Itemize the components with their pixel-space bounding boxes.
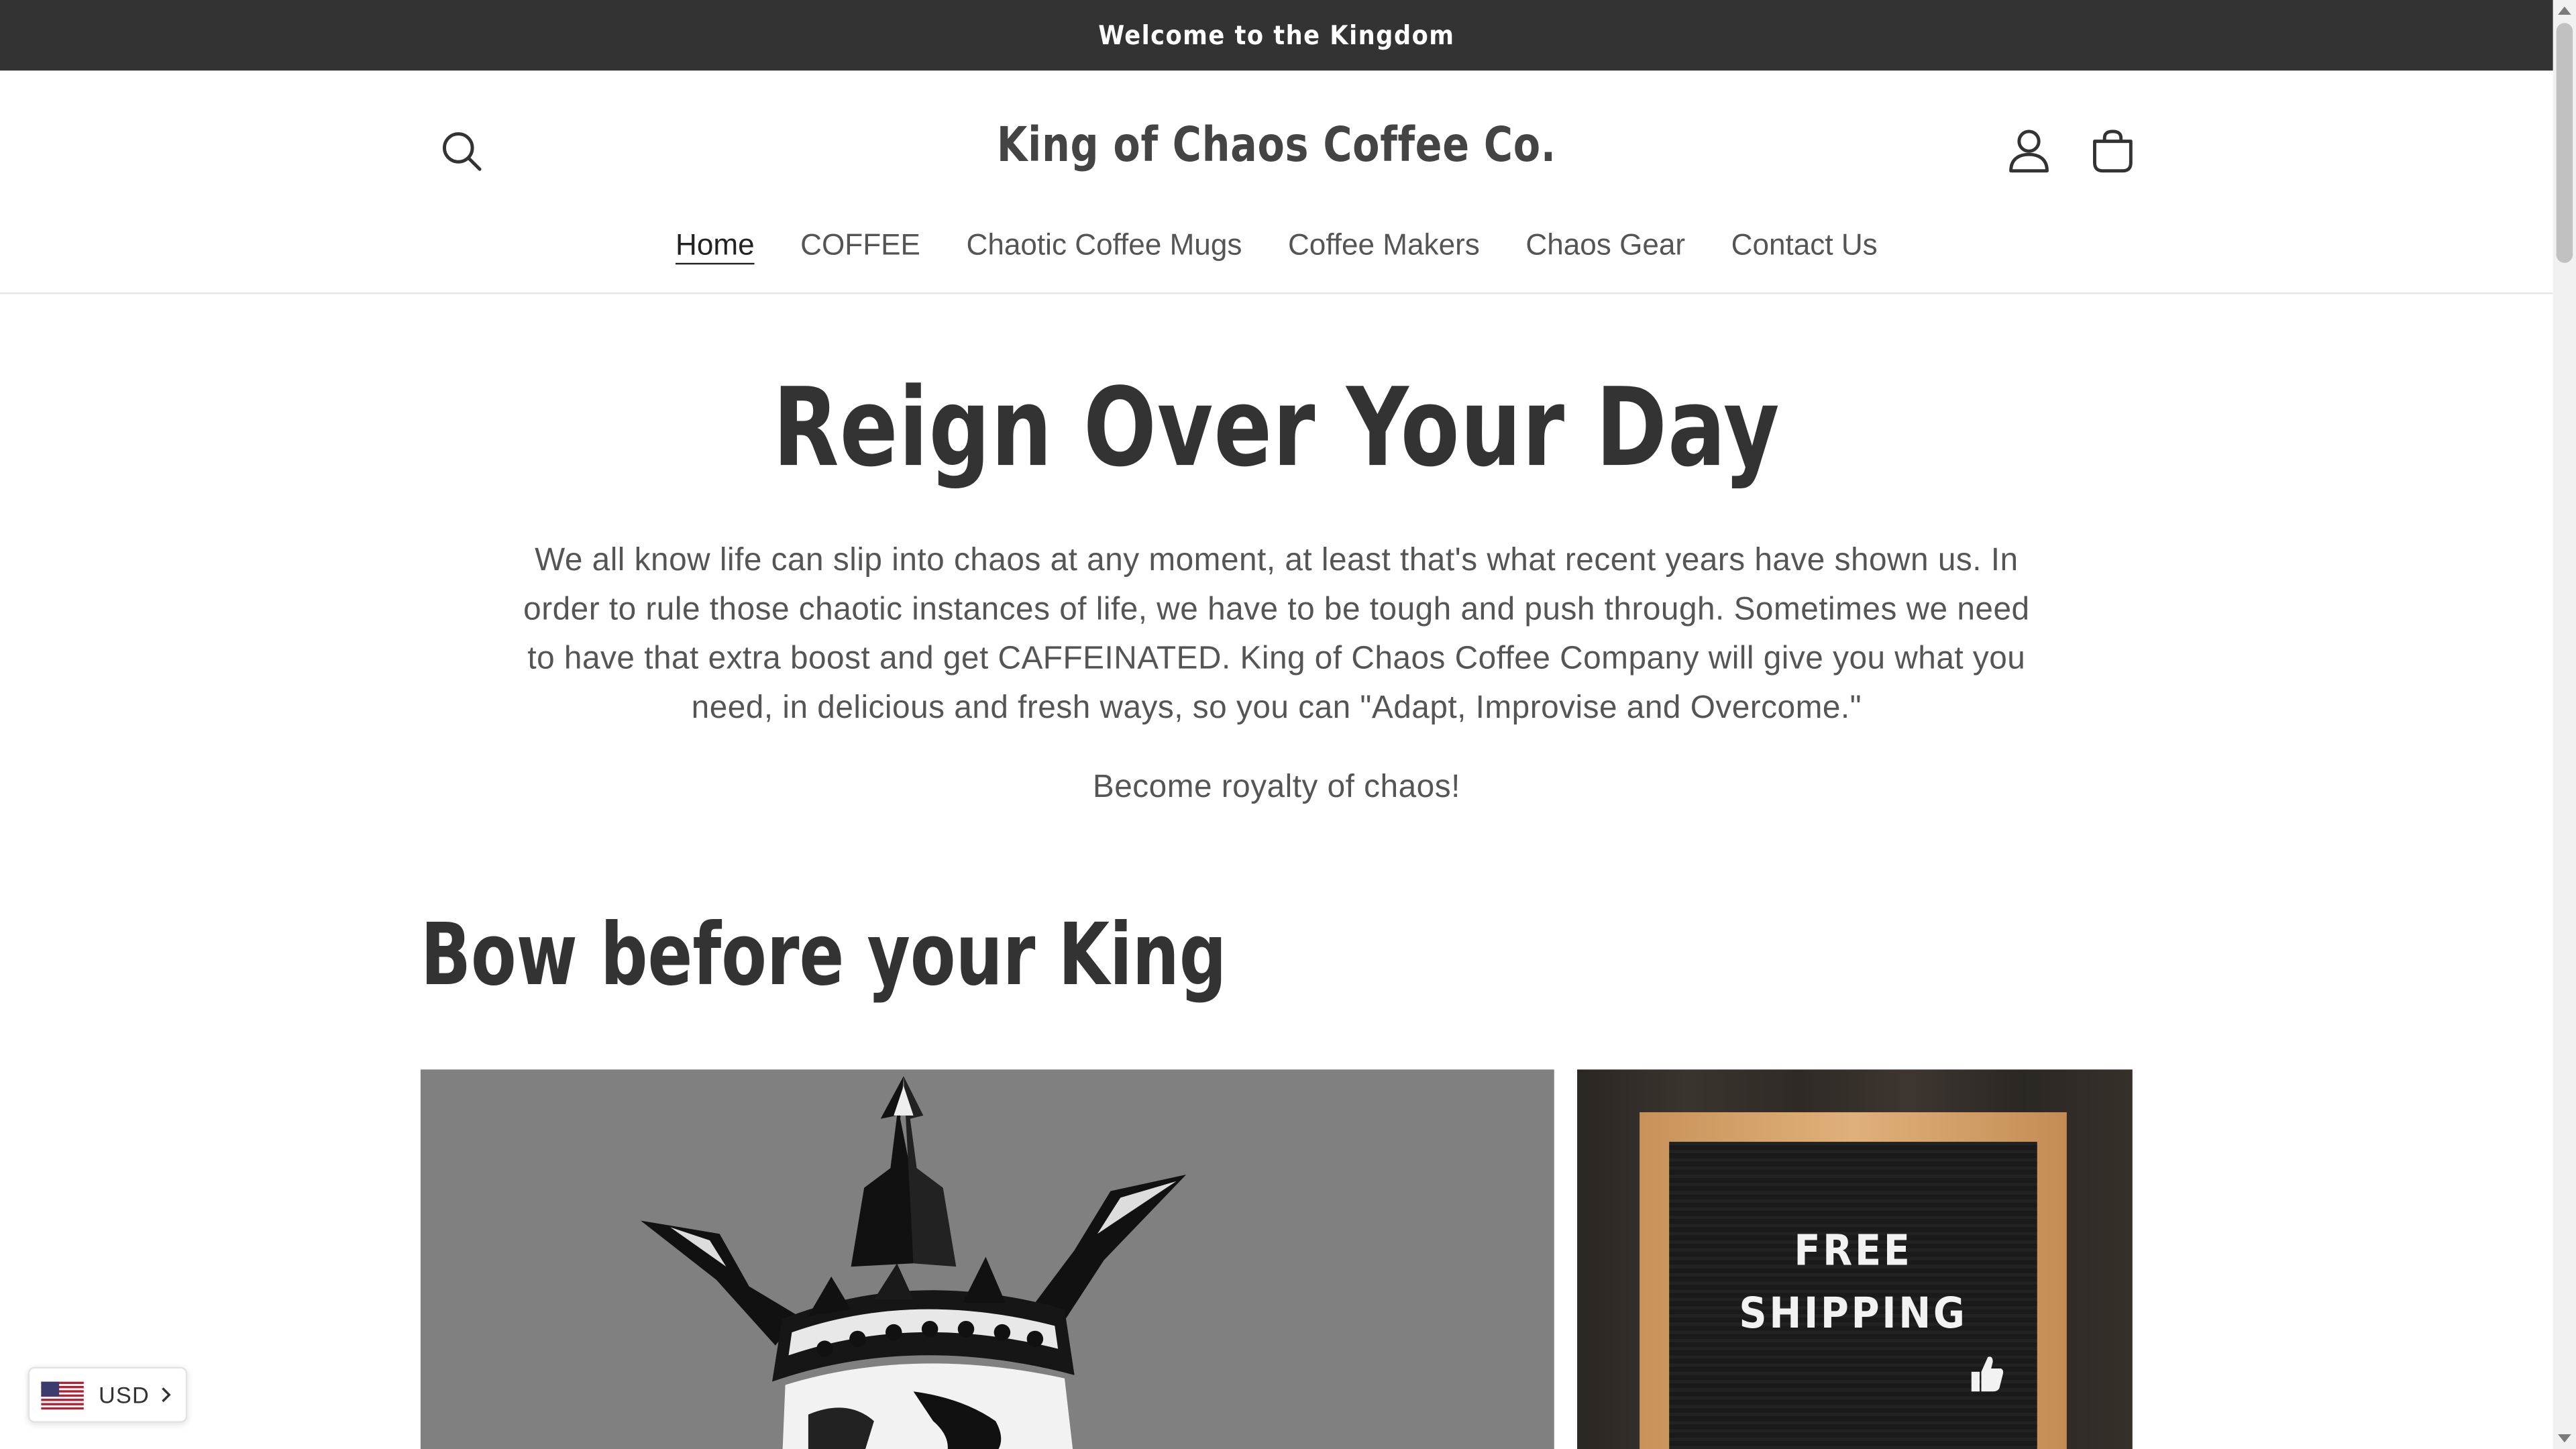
hero-title: Reign Over Your Day <box>773 364 1780 492</box>
thumbs-up-icon <box>1971 1356 2004 1392</box>
currency-code: USD <box>98 1381 150 1408</box>
account-button[interactable] <box>2004 127 2053 176</box>
sign-line-1: FREE <box>1794 1227 1913 1277</box>
scrollbar-thumb[interactable] <box>2556 23 2573 263</box>
sign-line-2: SHIPPING <box>1739 1289 1968 1339</box>
nav-item-contact-us[interactable]: Contact Us <box>1731 228 1878 262</box>
page-scrollbar[interactable] <box>2553 0 2576 1449</box>
scroll-down-icon[interactable] <box>2558 1434 2571 1443</box>
chevron-right-icon <box>162 1387 171 1403</box>
nav-item-chaotic-coffee-mugs[interactable]: Chaotic Coffee Mugs <box>967 228 1242 262</box>
featured-card-crown-skull[interactable] <box>420 1069 1554 1449</box>
hero-tagline: Become royalty of chaos! <box>1092 769 1460 806</box>
hero-paragraph: We all know life can slip into chaos at … <box>523 542 2030 727</box>
page: Welcome to the Kingdom King of Chaos Cof… <box>0 0 2576 1449</box>
cart-button[interactable] <box>2088 127 2137 176</box>
nav-item-home[interactable]: Home <box>676 228 755 262</box>
announcement-bar: Welcome to the Kingdom <box>0 0 2553 71</box>
us-flag-icon <box>41 1381 84 1409</box>
letter-board-frame: FREE SHIPPING <box>1640 1112 2067 1449</box>
announcement-text: Welcome to the Kingdom <box>1098 19 1455 51</box>
nav-item-coffee-makers[interactable]: Coffee Makers <box>1288 228 1480 262</box>
site-header: King of Chaos Coffee Co. Home COFFEE Cha… <box>0 70 2553 294</box>
letter-board: FREE SHIPPING <box>1669 1142 2037 1449</box>
scroll-up-icon[interactable] <box>2558 6 2571 15</box>
main-nav: Home COFFEE Chaotic Coffee Mugs Coffee M… <box>0 228 2553 262</box>
hero-text: We all know life can slip into chaos at … <box>523 535 2031 811</box>
account-icon <box>2009 129 2049 173</box>
nav-item-coffee[interactable]: COFFEE <box>800 228 920 262</box>
crown-skull-image <box>641 1076 1187 1449</box>
featured-card-free-shipping[interactable]: FREE SHIPPING <box>1577 1069 2133 1449</box>
nav-item-chaos-gear[interactable]: Chaos Gear <box>1525 228 1685 262</box>
currency-selector[interactable]: USD <box>28 1366 188 1423</box>
section-title: Bow before your King <box>420 906 1227 1006</box>
cart-icon <box>2093 129 2133 173</box>
